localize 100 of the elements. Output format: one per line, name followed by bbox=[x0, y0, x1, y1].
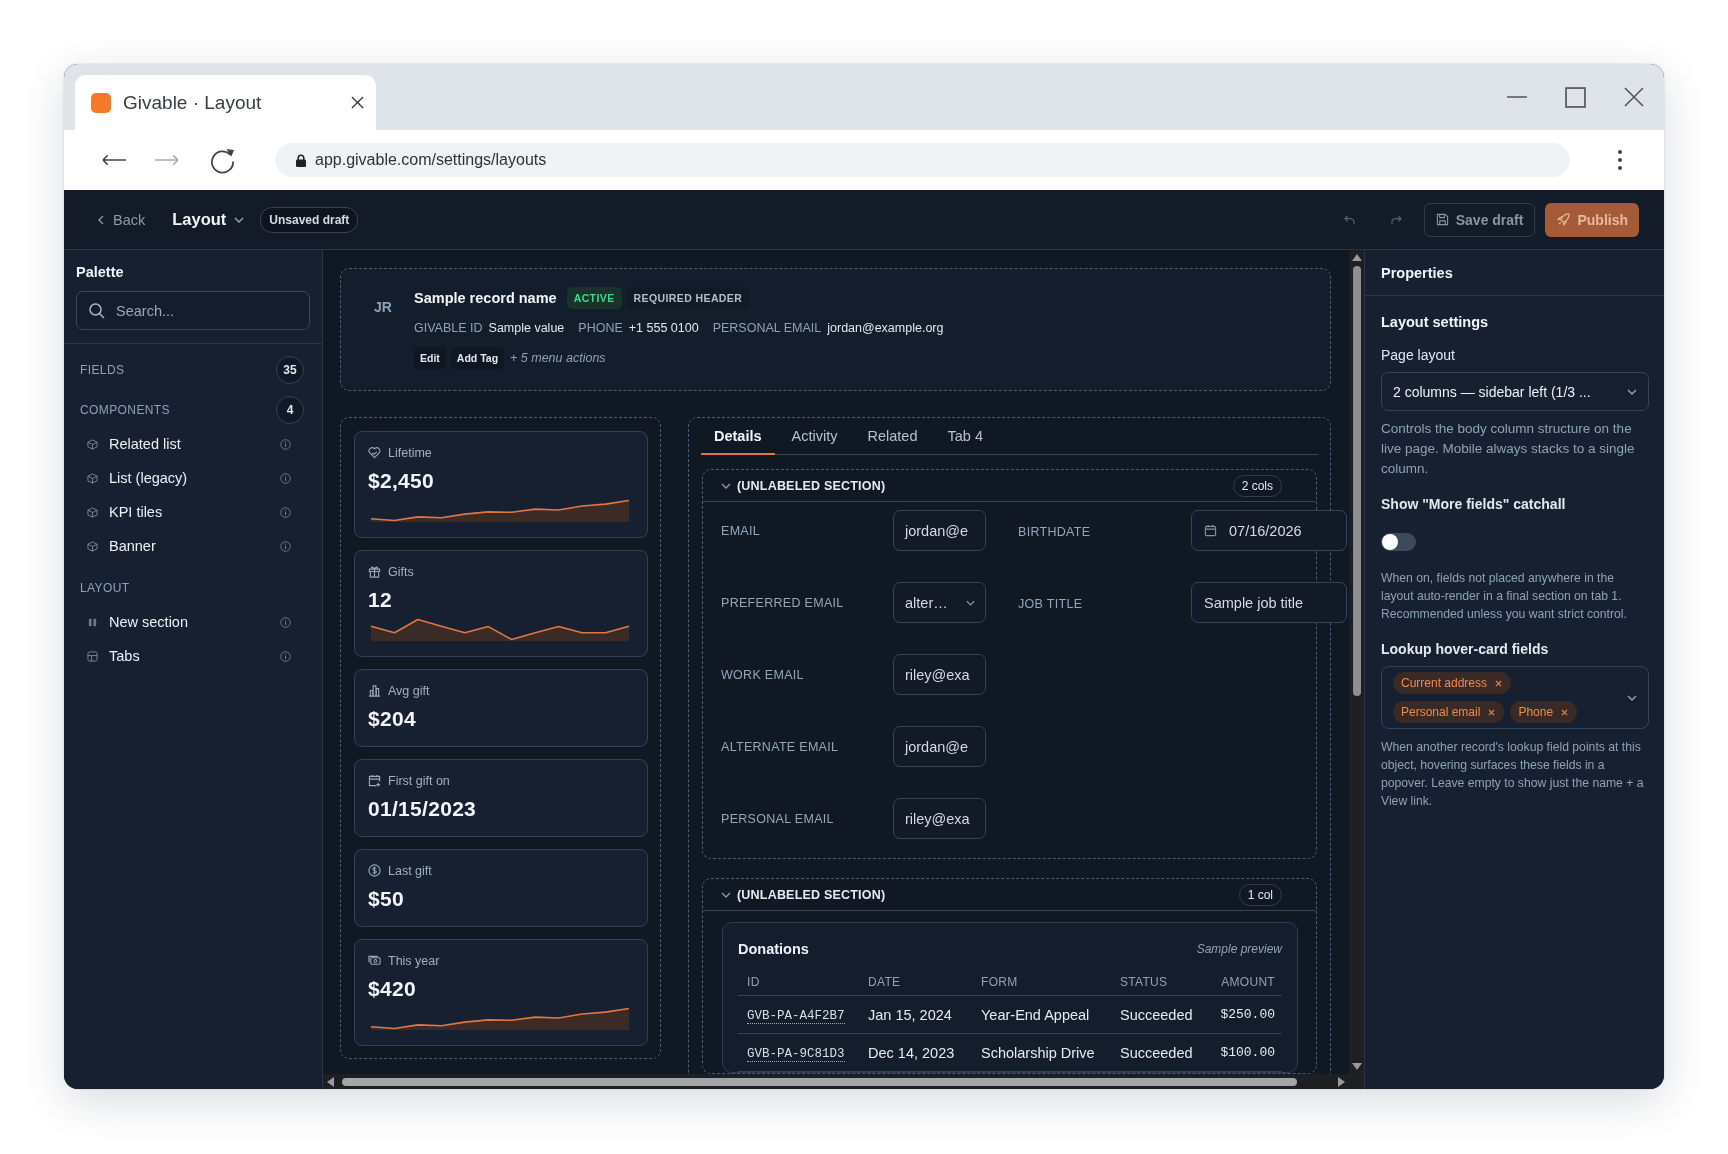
cube-icon bbox=[87, 506, 98, 518]
tab[interactable]: Details bbox=[701, 418, 775, 455]
chevron-down-icon bbox=[234, 216, 245, 223]
chevron-down-icon[interactable] bbox=[721, 891, 731, 898]
text-field[interactable]: riley@exa bbox=[893, 654, 986, 695]
text-field[interactable]: riley@exa bbox=[893, 798, 986, 839]
palette-item[interactable]: List (legacy) bbox=[109, 470, 280, 486]
help-text: When another record's lookup field points at this object, hovering surfaces these fields in a popover. Leave empty to show just the name + a View link. bbox=[1381, 739, 1645, 810]
meta-label: GIVABLE ID bbox=[414, 321, 483, 335]
column-header: DATE bbox=[859, 969, 972, 996]
info-icon[interactable] bbox=[280, 540, 291, 552]
table-cell: $100.00 bbox=[1211, 1033, 1282, 1072]
info-icon[interactable] bbox=[280, 438, 291, 450]
field-label: WORK EMAIL bbox=[721, 667, 805, 682]
status-badge: ACTIVE bbox=[566, 287, 622, 309]
bar-chart-icon bbox=[368, 684, 381, 697]
select-field[interactable]: alter… bbox=[893, 582, 986, 623]
tag-chip[interactable]: Current address bbox=[1393, 672, 1512, 694]
kpi-label: First gift on bbox=[388, 773, 450, 788]
section-title: (UNLABELED SECTION) bbox=[737, 478, 887, 493]
layout-menu-button[interactable]: Layout bbox=[172, 210, 245, 229]
heart-icon bbox=[368, 446, 381, 459]
favicon-icon bbox=[91, 92, 111, 113]
meta-label: PHONE bbox=[578, 321, 623, 335]
info-icon[interactable] bbox=[280, 472, 291, 484]
chevron-down-icon bbox=[966, 599, 975, 606]
kpi-value: $50 bbox=[368, 886, 405, 912]
date-field[interactable]: 07/16/2026 bbox=[1191, 510, 1347, 551]
text-field[interactable]: jordan@e bbox=[893, 726, 986, 767]
info-icon[interactable] bbox=[280, 616, 291, 628]
action-button[interactable]: Add Tag bbox=[450, 347, 505, 369]
text-field[interactable]: jordan@e bbox=[893, 510, 986, 551]
maximize-icon[interactable] bbox=[1565, 86, 1586, 108]
help-text: When on, fields not placed anywhere in the layout auto-render in a final section on tab 1. Recommended unless you want strict control. bbox=[1381, 570, 1628, 623]
kpi-label: Last gift bbox=[388, 863, 432, 878]
record-name: Sample record name bbox=[414, 290, 557, 306]
kpi-value: $204 bbox=[368, 706, 417, 732]
tag-chip[interactable]: Personal email bbox=[1393, 701, 1505, 723]
count-badge: 35 bbox=[276, 356, 304, 384]
reload-icon[interactable] bbox=[209, 146, 236, 174]
more-options-icon[interactable] bbox=[1618, 150, 1622, 170]
field-label: ALTERNATE EMAIL bbox=[721, 739, 840, 754]
palette-item[interactable]: Banner bbox=[109, 538, 280, 554]
cube-icon bbox=[87, 540, 98, 552]
back-arrow-icon[interactable] bbox=[102, 154, 127, 166]
cube-icon bbox=[87, 438, 98, 450]
record-id-link[interactable]: GVB-PA-A4F2B7 bbox=[747, 1009, 845, 1024]
back-button[interactable]: Back bbox=[98, 211, 146, 228]
record-id-link[interactable]: GVB-PA-9C81D3 bbox=[747, 1047, 845, 1062]
select-field[interactable]: 2 columns — sidebar left (1/3 ... bbox=[1381, 372, 1649, 411]
field-label: Show "More fields" catchall bbox=[1381, 495, 1567, 514]
meta-value: Sample value bbox=[488, 321, 565, 335]
kpi-label: This year bbox=[388, 953, 440, 968]
vertical-scrollbar[interactable] bbox=[1349, 250, 1364, 1074]
close-icon[interactable] bbox=[351, 96, 364, 109]
section-title: (UNLABELED SECTION) bbox=[737, 887, 887, 902]
action-button[interactable]: Edit bbox=[414, 347, 446, 369]
count-badge: 4 bbox=[276, 396, 304, 424]
info-icon[interactable] bbox=[280, 506, 291, 518]
column-header: FORM bbox=[972, 969, 1111, 996]
chevron-down-icon[interactable] bbox=[721, 482, 731, 489]
meta-value: jordan@example.org bbox=[827, 321, 944, 335]
search-field[interactable]: Search... bbox=[76, 291, 310, 330]
kpi-value: 01/15/2023 bbox=[368, 796, 478, 822]
tab[interactable]: Activity bbox=[778, 418, 851, 455]
remove-icon[interactable] bbox=[1495, 679, 1503, 687]
gift-icon bbox=[368, 565, 381, 578]
tag-chip[interactable]: Phone bbox=[1510, 701, 1578, 723]
kpi-value: 12 bbox=[368, 587, 393, 613]
info-icon[interactable] bbox=[280, 650, 291, 662]
more-actions-text: + 5 menu actions bbox=[510, 351, 606, 365]
list-title: Donations bbox=[738, 941, 809, 957]
text-field[interactable]: Sample job title bbox=[1191, 582, 1347, 623]
calendar-plus-icon bbox=[368, 774, 381, 787]
remove-icon[interactable] bbox=[1488, 708, 1496, 716]
kpi-label: Lifetime bbox=[388, 445, 432, 460]
field-label: Lookup hover-card fields bbox=[1381, 640, 1550, 659]
kpi-label: Gifts bbox=[388, 564, 414, 579]
address-bar[interactable]: app.givable.com/settings/layouts bbox=[275, 143, 1570, 177]
browser-tab[interactable]: Givable · Layout bbox=[75, 75, 376, 130]
multi-select-field[interactable]: Current address Personal email Phone bbox=[1381, 666, 1649, 729]
close-icon[interactable] bbox=[1624, 87, 1644, 107]
column-header: AMOUNT bbox=[1211, 969, 1282, 996]
tab[interactable]: Tab 4 bbox=[934, 418, 996, 455]
remove-icon[interactable] bbox=[1561, 708, 1569, 716]
panel-title: Palette bbox=[76, 263, 125, 282]
palette-item[interactable]: Related list bbox=[109, 436, 280, 452]
table-cell: Scholarship Drive bbox=[972, 1033, 1111, 1072]
tab[interactable]: Related bbox=[854, 418, 931, 455]
grip-icon bbox=[87, 616, 98, 628]
toggle-switch[interactable] bbox=[1381, 533, 1416, 551]
calendar-icon bbox=[1204, 524, 1217, 537]
palette-item[interactable]: KPI tiles bbox=[109, 504, 280, 520]
field-label: PERSONAL EMAIL bbox=[721, 811, 835, 826]
palette-item[interactable]: New section bbox=[109, 614, 280, 630]
chevron-left-icon bbox=[98, 214, 104, 225]
palette-item[interactable]: Tabs bbox=[109, 648, 280, 664]
field-label: EMAIL bbox=[721, 523, 761, 538]
horizontal-scrollbar[interactable] bbox=[323, 1074, 1349, 1089]
meta-label: PERSONAL EMAIL bbox=[712, 321, 822, 335]
